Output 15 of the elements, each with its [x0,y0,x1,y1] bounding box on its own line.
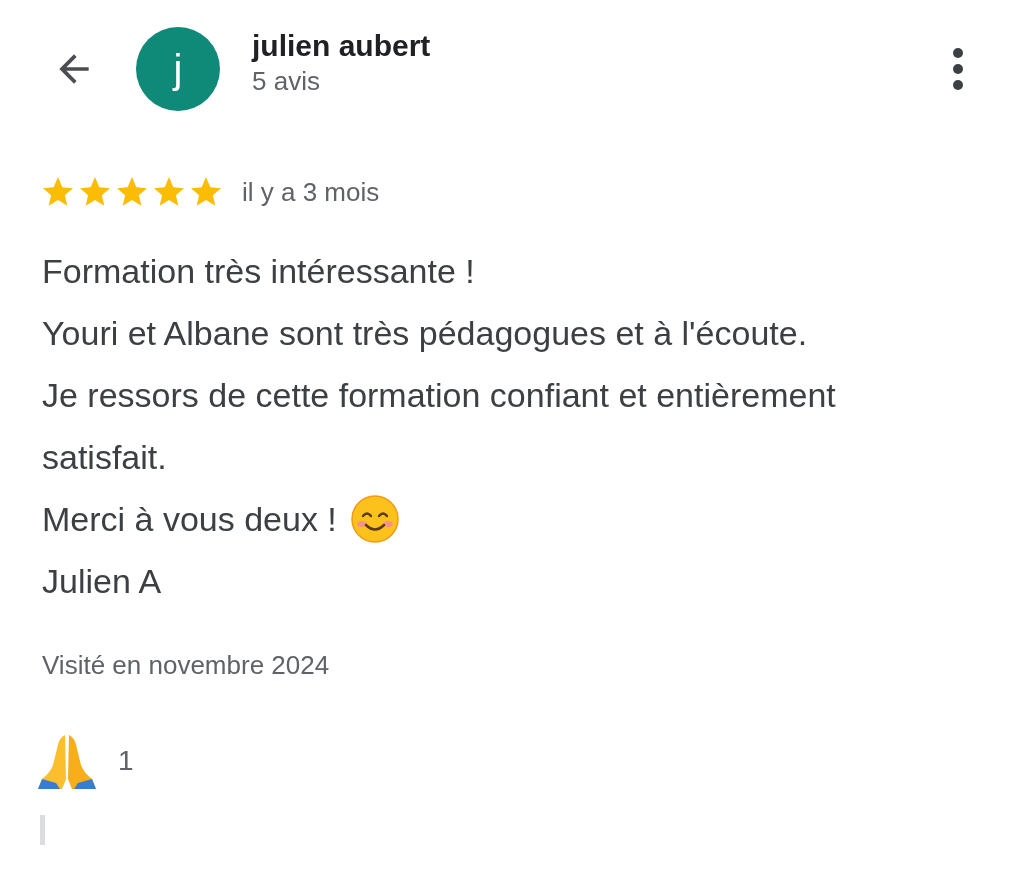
review-text: Julien A [42,561,162,602]
review-text: Merci à vous deux ! [42,499,337,540]
more-icon [952,47,964,91]
visit-date: Visité en novembre 2024 [41,649,331,682]
reply-quote-bar [40,815,45,845]
reviewer-name: julien aubert [252,28,431,64]
review-text: Je ressors de cette formation confiant et entièrement satisfait. [42,375,837,478]
praying-hands-icon [38,733,96,789]
review-time: il y a 3 mois [242,175,380,209]
smiley-icon [350,495,399,543]
avatar: j [136,27,220,111]
review-count: 5 avis [252,65,321,97]
review-text: Youri et Albane sont très pédagogues et à l'écoute. [42,313,808,354]
reaction-count: 1 [118,744,134,778]
review-text: Formation très intéressante ! [42,251,475,292]
